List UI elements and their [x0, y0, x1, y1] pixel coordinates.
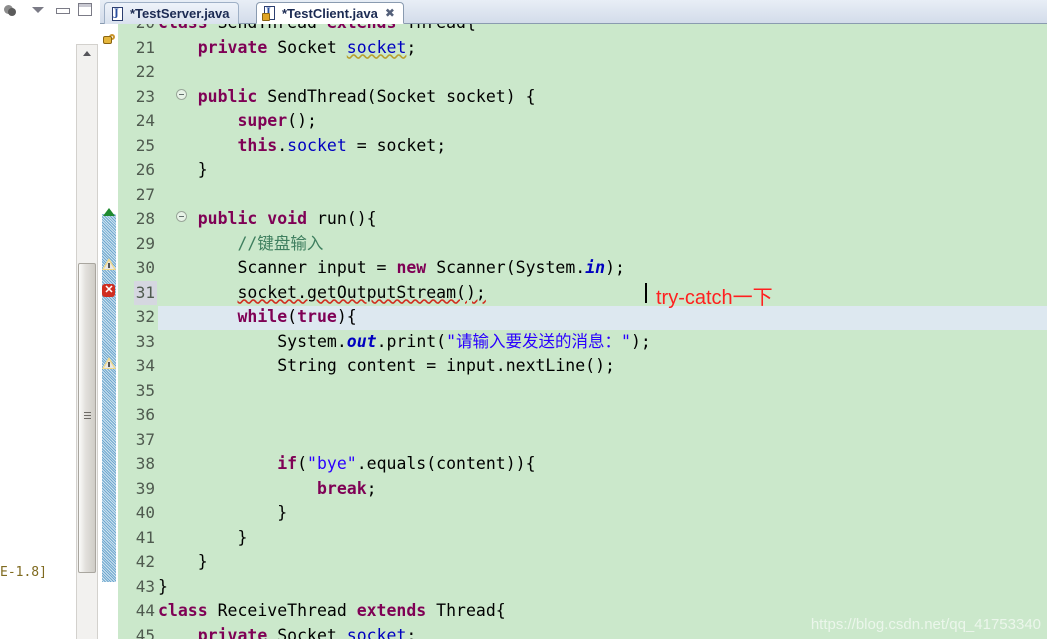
scrollbar-thumb[interactable]	[78, 263, 96, 573]
line-number: 30	[135, 258, 155, 277]
code-line[interactable]: }	[158, 526, 1047, 551]
code-line[interactable]: public SendThread(Socket socket) {	[158, 85, 1047, 110]
line-number: 45	[135, 625, 155, 639]
line-number: 40	[135, 503, 155, 522]
maximize-icon[interactable]	[78, 2, 92, 17]
line-number: 20	[136, 24, 155, 36]
left-panel: E-1.8]	[0, 0, 100, 639]
watermark: https://blog.csdn.net/qq_41753340	[810, 616, 1041, 633]
tab-testclient-java[interactable]: J *TestClient.java ✖	[256, 2, 404, 24]
code-line[interactable]	[158, 403, 1047, 428]
line-number-gutter: 20 21 22 23 24 25 26 27 28 29 30 31 32 3…	[118, 24, 187, 639]
code-line[interactable]: if("bye".equals(content)){	[158, 452, 1047, 477]
tab-label: *TestServer.java	[130, 6, 230, 21]
code-line[interactable]	[158, 183, 1047, 208]
code-line[interactable]: private Socket socket;	[158, 36, 1047, 61]
code-line-current[interactable]: socket.getOutputStream();	[158, 281, 1047, 306]
line-number: 35	[135, 380, 155, 400]
code-line[interactable]: super();	[158, 109, 1047, 134]
line-number: 23	[135, 86, 155, 106]
marker-gutter[interactable]: ✕	[100, 24, 118, 639]
code-surface[interactable]: class SendThread extends Thread{ private…	[158, 24, 1047, 639]
code-line[interactable]: }	[158, 575, 1047, 600]
line-number: 44	[135, 601, 155, 620]
code-line[interactable]: }	[158, 158, 1047, 183]
code-line[interactable]: Scanner input = new Scanner(System.in);	[158, 256, 1047, 281]
line-number: 29	[135, 233, 155, 253]
left-panel-clipped-label: E-1.8]	[0, 565, 47, 580]
code-line[interactable]	[158, 60, 1047, 85]
line-number: 41	[135, 527, 155, 547]
code-editor[interactable]: ✕ 20 21 22 23 24 25 26 27 28 29 30 31 32…	[100, 24, 1047, 639]
text-caret	[645, 283, 647, 303]
line-number: 36	[135, 405, 155, 424]
left-panel-body: E-1.8]	[0, 20, 100, 639]
java-file-icon: J	[111, 6, 125, 21]
code-line[interactable]: }	[158, 550, 1047, 575]
line-number: 21	[135, 37, 155, 57]
gutter-override-marker[interactable]	[101, 204, 117, 220]
line-number: 26	[135, 160, 155, 179]
code-line[interactable]: String content = input.nextLine();	[158, 354, 1047, 379]
line-number: 27	[135, 184, 155, 204]
code-line[interactable]: public void run(){	[158, 207, 1047, 232]
left-panel-toolbar	[0, 0, 100, 20]
view-menu-blob-icon[interactable]	[2, 3, 18, 18]
line-number: 28	[135, 209, 155, 228]
java-file-locked-icon: J	[262, 6, 277, 21]
code-line[interactable]: }	[158, 501, 1047, 526]
tab-label: *TestClient.java	[282, 5, 378, 21]
gutter-error-marker[interactable]: ✕	[101, 282, 117, 298]
red-annotation: try-catch一下	[656, 287, 773, 309]
line-number-current: 31	[133, 280, 157, 305]
view-menu-chevron-icon[interactable]	[32, 4, 46, 17]
line-number: 39	[135, 478, 155, 498]
code-line[interactable]	[158, 379, 1047, 404]
code-line[interactable]: break;	[158, 477, 1047, 502]
line-number: 38	[135, 454, 155, 473]
line-number: 32	[135, 307, 155, 326]
code-line[interactable]: this.socket = socket;	[158, 134, 1047, 159]
line-number: 43	[135, 576, 155, 596]
line-number: 22	[135, 62, 155, 81]
code-line[interactable]: //键盘输入	[158, 232, 1047, 257]
close-icon[interactable]: ✖	[385, 6, 395, 20]
line-number: 24	[135, 111, 155, 130]
line-number: 33	[135, 331, 155, 351]
scroll-up-arrow-icon[interactable]	[77, 45, 97, 61]
minimize-icon[interactable]	[56, 4, 70, 17]
left-panel-scrollbar[interactable]	[76, 44, 98, 639]
code-line[interactable]: class SendThread extends Thread{	[158, 24, 1047, 36]
tab-testserver-java[interactable]: J *TestServer.java	[104, 2, 239, 24]
line-number: 42	[135, 552, 155, 571]
gutter-warning-marker[interactable]	[101, 355, 117, 371]
code-line[interactable]: System.out.print("请输入要发送的消息：");	[158, 330, 1047, 355]
line-number: 37	[135, 429, 155, 449]
code-line[interactable]	[158, 428, 1047, 453]
gutter-warning-marker[interactable]	[101, 256, 117, 272]
code-line[interactable]: while(true){	[158, 305, 1047, 330]
scrollbar-grip-icon	[84, 412, 91, 419]
line-number: 34	[135, 356, 155, 375]
editor-window: J *TestServer.java J *TestClient.java ✖	[100, 0, 1047, 639]
line-number: 25	[135, 135, 155, 155]
gutter-lock-marker[interactable]	[101, 32, 117, 48]
editor-tab-bar: J *TestServer.java J *TestClient.java ✖	[100, 0, 1047, 24]
